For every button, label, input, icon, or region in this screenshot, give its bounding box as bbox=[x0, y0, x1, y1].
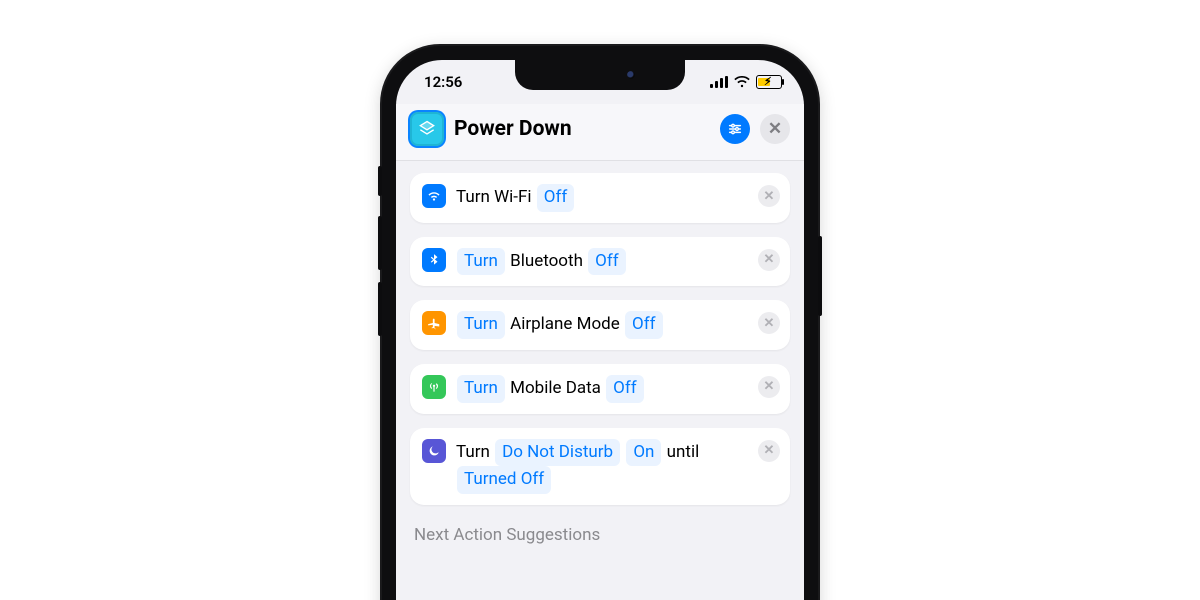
action-card[interactable]: Turn Airplane Mode Off ✕ bbox=[410, 300, 790, 350]
wifi-icon bbox=[422, 184, 446, 208]
action-token[interactable]: Turned Off bbox=[457, 466, 551, 494]
volume-down-button bbox=[378, 282, 382, 336]
suggestions-heading: Next Action Suggestions bbox=[410, 519, 790, 545]
shortcut-header: Power Down ✕ bbox=[396, 104, 804, 161]
status-time: 12:56 bbox=[424, 73, 462, 91]
action-plain: Mobile Data bbox=[510, 378, 601, 398]
close-icon: ✕ bbox=[764, 379, 775, 394]
action-token[interactable]: Turn bbox=[457, 375, 505, 403]
action-token[interactable]: Turn bbox=[457, 311, 505, 339]
battery-charging-icon: ⚡︎ bbox=[756, 75, 782, 89]
remove-action-button[interactable]: ✕ bbox=[758, 440, 780, 462]
notch bbox=[515, 60, 685, 90]
volume-up-button bbox=[378, 216, 382, 270]
action-list: Turn Wi-Fi Off ✕Turn Bluetooth Off ✕Turn… bbox=[396, 161, 804, 563]
action-plain: Turn Wi-Fi bbox=[456, 187, 532, 207]
airplane-icon bbox=[422, 311, 446, 335]
wifi-status-icon bbox=[734, 76, 750, 88]
action-card[interactable]: Turn Mobile Data Off ✕ bbox=[410, 364, 790, 414]
close-button[interactable]: ✕ bbox=[760, 114, 790, 144]
action-token[interactable]: Do Not Disturb bbox=[495, 439, 620, 467]
close-icon: ✕ bbox=[768, 121, 782, 138]
action-plain: Turn bbox=[456, 442, 490, 462]
action-card[interactable]: Turn Wi-Fi Off ✕ bbox=[410, 173, 790, 223]
action-plain: Airplane Mode bbox=[510, 314, 620, 334]
power-button bbox=[818, 236, 822, 316]
antenna-icon bbox=[422, 375, 446, 399]
action-token[interactable]: Off bbox=[537, 184, 575, 212]
action-text: Turn Bluetooth Off bbox=[456, 248, 778, 276]
action-text: Turn Airplane Mode Off bbox=[456, 311, 778, 339]
action-card[interactable]: Turn Bluetooth Off ✕ bbox=[410, 237, 790, 287]
remove-action-button[interactable]: ✕ bbox=[758, 249, 780, 271]
action-text: Turn Do Not Disturb On until Turned Off bbox=[456, 439, 778, 494]
action-token[interactable]: On bbox=[626, 439, 661, 467]
close-icon: ✕ bbox=[764, 252, 775, 267]
remove-action-button[interactable]: ✕ bbox=[758, 185, 780, 207]
action-token[interactable]: Off bbox=[625, 311, 663, 339]
screen: 12:56 ⚡︎ Power Down bbox=[396, 60, 804, 600]
shortcut-app-icon[interactable] bbox=[410, 112, 444, 146]
action-card[interactable]: Turn Do Not Disturb On until Turned Off … bbox=[410, 428, 790, 505]
remove-action-button[interactable]: ✕ bbox=[758, 376, 780, 398]
close-icon: ✕ bbox=[764, 189, 775, 204]
action-text: Turn Mobile Data Off bbox=[456, 375, 778, 403]
cellular-signal-icon bbox=[710, 76, 728, 88]
settings-button[interactable] bbox=[720, 114, 750, 144]
action-token[interactable]: Off bbox=[606, 375, 644, 403]
moon-icon bbox=[422, 439, 446, 463]
bluetooth-icon bbox=[422, 248, 446, 272]
close-icon: ✕ bbox=[764, 443, 775, 458]
shortcut-title[interactable]: Power Down bbox=[454, 117, 710, 141]
iphone-frame: 12:56 ⚡︎ Power Down bbox=[382, 46, 818, 600]
action-token[interactable]: Off bbox=[588, 248, 626, 276]
ringer-switch bbox=[378, 166, 382, 196]
action-text: Turn Wi-Fi Off bbox=[456, 184, 778, 212]
action-plain: Bluetooth bbox=[510, 251, 583, 271]
action-plain: until bbox=[667, 442, 700, 462]
action-token[interactable]: Turn bbox=[457, 248, 505, 276]
close-icon: ✕ bbox=[764, 316, 775, 331]
